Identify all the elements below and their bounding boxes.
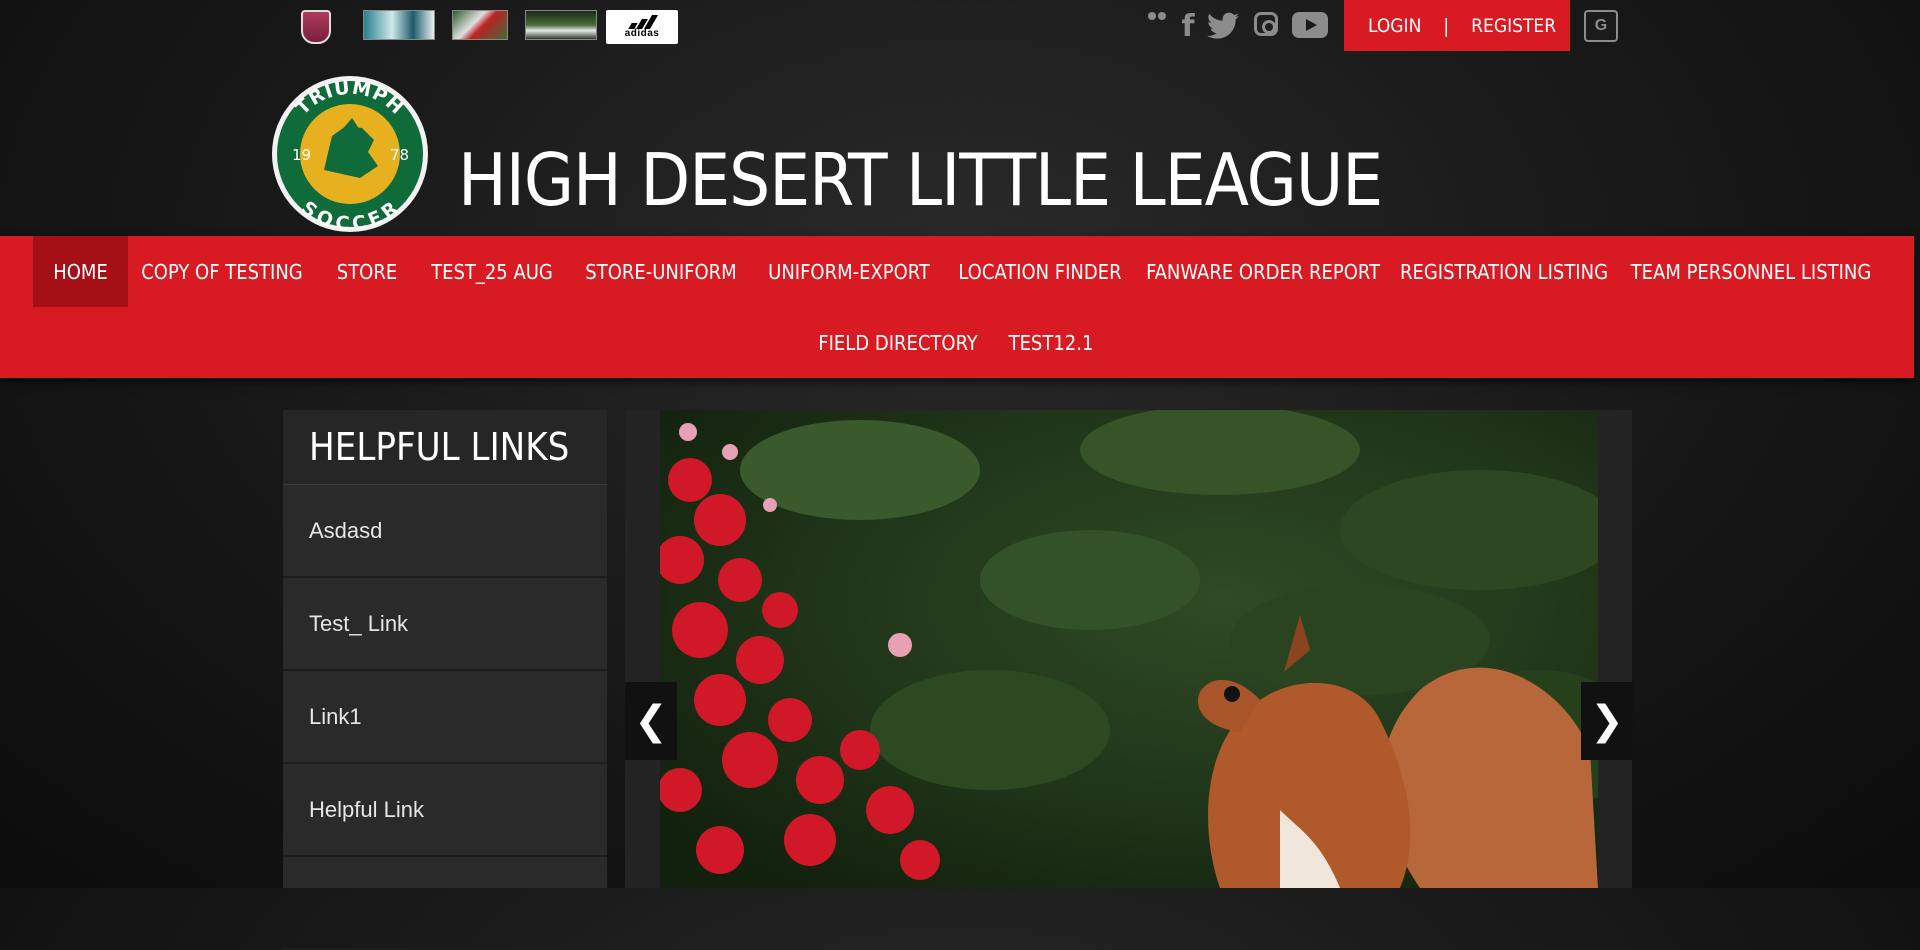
nav-item-location-finder[interactable]: LOCATION FINDER bbox=[958, 236, 1122, 307]
register-link[interactable]: REGISTER bbox=[1471, 15, 1556, 37]
youtube-icon[interactable] bbox=[1291, 12, 1329, 38]
translate-icon[interactable]: G bbox=[1584, 10, 1618, 42]
helpful-links-title: HELPFUL LINKS bbox=[283, 410, 607, 485]
helpful-link[interactable]: Link1 bbox=[283, 671, 607, 764]
nav-item-team-personnel-listing[interactable]: TEAM PERSONNEL LISTING bbox=[1631, 236, 1872, 307]
site-title: HIGH DESERT LITTLE LEAGUE bbox=[458, 138, 1383, 222]
twitter-icon[interactable] bbox=[1206, 12, 1240, 40]
nav-item-copy-of-testing[interactable]: COPY OF TESTING bbox=[141, 236, 303, 307]
nav-item-registration-listing[interactable]: REGISTRATION LISTING bbox=[1400, 236, 1608, 307]
helpful-link[interactable]: Asdasd bbox=[283, 485, 607, 578]
slider-next-button[interactable]: ❯ bbox=[1581, 682, 1633, 760]
logo-year-right: 78 bbox=[390, 146, 409, 164]
helpful-link-partial[interactable] bbox=[283, 857, 607, 950]
slide-image-squirrel[interactable] bbox=[660, 410, 1598, 888]
main-nav: HOME COPY OF TESTING STORE TEST_25 AUG S… bbox=[0, 236, 1914, 378]
adidas-wordmark: adidas bbox=[624, 28, 660, 39]
helpful-link[interactable]: Test_ Link bbox=[283, 578, 607, 671]
sponsor-image-2[interactable] bbox=[452, 10, 508, 40]
sponsor-adidas-logo[interactable]: adidas bbox=[606, 10, 678, 44]
helpful-link[interactable]: Helpful Link bbox=[283, 764, 607, 857]
nav-item-test12-1[interactable]: TEST12.1 bbox=[1006, 307, 1096, 378]
instagram-icon[interactable] bbox=[1250, 12, 1282, 36]
nav-item-uniform-export[interactable]: UNIFORM-EXPORT bbox=[767, 236, 931, 307]
logo-year-left: 19 bbox=[292, 146, 311, 164]
site-logo[interactable]: TRIUMPH SOCCER 19 78 bbox=[262, 74, 438, 235]
nav-item-home[interactable]: HOME bbox=[33, 236, 128, 307]
flickr-icon[interactable] bbox=[1144, 12, 1170, 20]
auth-bar: LOGIN | REGISTER bbox=[1344, 0, 1570, 51]
slider-prev-button[interactable]: ❮ bbox=[625, 682, 677, 760]
nav-item-store[interactable]: STORE bbox=[330, 236, 404, 307]
nav-item-test-25-aug[interactable]: TEST_25 AUG bbox=[431, 236, 553, 307]
login-link[interactable]: LOGIN bbox=[1368, 15, 1421, 37]
sponsor-summit-logo[interactable] bbox=[298, 10, 334, 44]
nav-item-store-uniform[interactable]: STORE-UNIFORM bbox=[582, 236, 740, 307]
facebook-icon[interactable]: f bbox=[1178, 12, 1198, 42]
nav-item-fanware-order-report[interactable]: FANWARE ORDER REPORT bbox=[1146, 236, 1380, 307]
auth-separator: | bbox=[1443, 14, 1450, 37]
helpful-links-panel: HELPFUL LINKS Asdasd Test_ Link Link1 He… bbox=[283, 410, 607, 950]
sponsor-image-3[interactable] bbox=[525, 10, 597, 40]
sponsor-image-1[interactable] bbox=[363, 10, 435, 40]
top-bar: adidas f LOGIN | REGISTER G bbox=[0, 0, 1920, 56]
nav-item-field-directory[interactable]: FIELD DIRECTORY bbox=[816, 307, 980, 378]
